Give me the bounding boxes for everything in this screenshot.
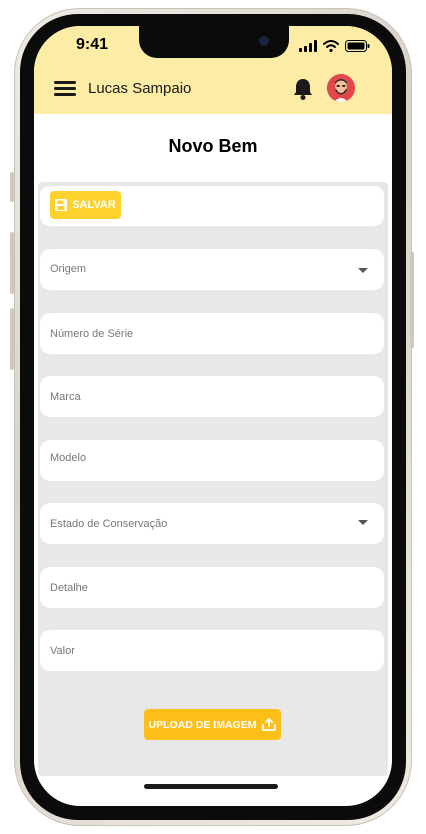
marca-field[interactable]: Marca bbox=[40, 376, 384, 417]
modelo-field[interactable]: Modelo bbox=[40, 440, 384, 481]
power-button bbox=[410, 252, 414, 348]
marca-label: Marca bbox=[50, 391, 81, 403]
signal-icon bbox=[299, 40, 317, 52]
chevron-down-icon bbox=[358, 268, 368, 273]
save-button[interactable]: SALVAR bbox=[50, 191, 121, 219]
volume-down-button bbox=[10, 308, 14, 370]
avatar[interactable] bbox=[327, 74, 355, 102]
floppy-disk-icon bbox=[55, 199, 68, 211]
volume-up-button bbox=[10, 232, 14, 294]
bell-icon[interactable] bbox=[292, 77, 314, 101]
estado-conservacao-select[interactable]: Estado de Conservação bbox=[40, 503, 384, 544]
phone-screen: 9:41 Lucas Sampaio Novo Bem SALVAR Orige… bbox=[34, 26, 392, 806]
origem-label: Origem bbox=[50, 263, 87, 275]
detalhe-field[interactable]: Detalhe bbox=[40, 567, 384, 608]
status-bar: 9:41 bbox=[34, 26, 392, 66]
modelo-label: Modelo bbox=[50, 452, 87, 464]
mute-switch bbox=[10, 172, 14, 202]
hamburger-icon[interactable] bbox=[54, 78, 76, 100]
wifi-icon bbox=[323, 40, 339, 52]
page-title: Novo Bem bbox=[168, 136, 258, 156]
save-toolbar: SALVAR bbox=[40, 186, 384, 226]
user-name: Lucas Sampaio bbox=[88, 80, 192, 97]
chevron-down-icon bbox=[358, 520, 368, 525]
origem-select[interactable]: Origem bbox=[40, 249, 384, 290]
save-label: SALVAR bbox=[72, 199, 116, 211]
upload-icon bbox=[262, 718, 277, 731]
app-header: Lucas Sampaio bbox=[34, 66, 392, 114]
numero-serie-label: Número de Série bbox=[50, 328, 134, 340]
form-area: SALVAR Origem Número de Série Marca Mode… bbox=[38, 182, 388, 776]
numero-serie-field[interactable]: Número de Série bbox=[40, 313, 384, 354]
notch bbox=[139, 26, 289, 58]
detalhe-label: Detalhe bbox=[50, 582, 88, 594]
status-time: 9:41 bbox=[76, 36, 109, 53]
valor-label: Valor bbox=[50, 645, 75, 657]
upload-image-button[interactable]: UPLOAD DE IMAGEM bbox=[144, 709, 281, 740]
estado-conservacao-label: Estado de Conservação bbox=[50, 518, 168, 530]
front-camera bbox=[259, 36, 269, 46]
status-icons bbox=[299, 40, 370, 52]
battery-icon bbox=[345, 40, 370, 52]
home-indicator bbox=[144, 784, 278, 789]
valor-field[interactable]: Valor bbox=[40, 630, 384, 671]
upload-label: UPLOAD DE IMAGEM bbox=[148, 718, 257, 731]
